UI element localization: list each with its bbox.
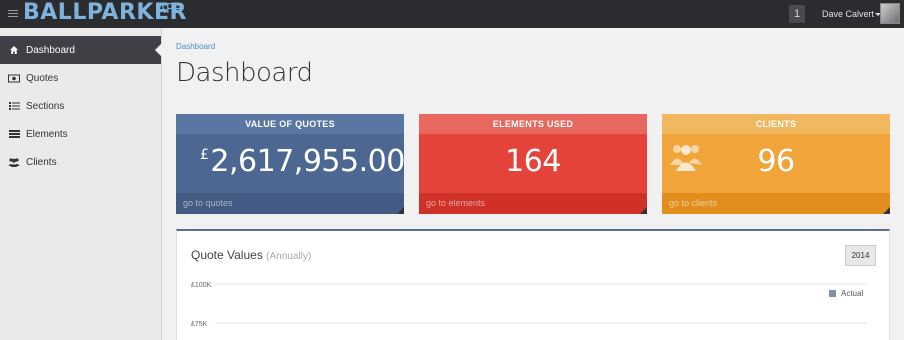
- tile-title: VALUE OF QUOTES: [176, 114, 404, 134]
- corner-fold: [397, 207, 404, 214]
- sidebar-item-label: Elements: [26, 128, 68, 140]
- sidebar-item-label: Sections: [26, 100, 65, 112]
- top-navbar: BALLPARKER APP 1 Dave Calvert: [0, 0, 904, 28]
- go-to-elements-link[interactable]: go to elements: [419, 193, 647, 214]
- clients-value: 96: [757, 144, 795, 179]
- users-icon: [8, 156, 20, 168]
- list-icon: [8, 100, 20, 112]
- tile-title: ELEMENTS USED: [419, 114, 647, 134]
- corner-fold: [883, 207, 890, 214]
- quote-values-panel: Quote Values (Annually) 2014 Actual £100…: [176, 229, 890, 340]
- sidebar-item-sections[interactable]: Sections: [0, 92, 161, 120]
- go-to-clients-link[interactable]: go to clients: [662, 193, 890, 214]
- quotes-value: 2,617,955.00: [210, 144, 404, 179]
- user-name: Dave Calvert: [822, 9, 875, 19]
- bars-icon: [8, 128, 20, 140]
- notification-badge[interactable]: 1: [789, 5, 805, 23]
- sidebar-item-dashboard[interactable]: Dashboard: [0, 36, 162, 64]
- clients-tile: CLIENTS 96 go to clients: [662, 114, 890, 214]
- value-of-quotes-tile: VALUE OF QUOTES £2,617,955.00 go to quot…: [176, 114, 404, 214]
- tile-title: CLIENTS: [662, 114, 890, 134]
- quote-values-chart: £100K £75K: [191, 282, 867, 328]
- avatar[interactable]: [880, 3, 900, 24]
- elements-used-tile: ELEMENTS USED 164 go to elements: [419, 114, 647, 214]
- y-tick-label: £100K: [191, 282, 212, 289]
- money-icon: [8, 72, 20, 84]
- page-title: Dashboard: [176, 58, 313, 88]
- sidebar-item-label: Dashboard: [26, 44, 75, 56]
- y-tick-label: £75K: [191, 321, 208, 328]
- tile-value: £2,617,955.00: [176, 144, 404, 179]
- sidebar-item-label: Quotes: [26, 72, 59, 84]
- brand-logo-suffix: APP: [157, 2, 182, 17]
- corner-fold: [640, 207, 647, 214]
- home-icon: [8, 44, 20, 56]
- sidebar: Dashboard Quotes Sections Elements Clien…: [0, 28, 162, 340]
- currency-symbol: £: [200, 147, 209, 163]
- sidebar-item-label: Clients: [26, 156, 57, 168]
- user-menu[interactable]: Dave Calvert: [822, 9, 882, 19]
- sidebar-item-elements[interactable]: Elements: [0, 120, 161, 148]
- breadcrumb[interactable]: Dashboard: [176, 42, 215, 51]
- sidebar-item-quotes[interactable]: Quotes: [0, 64, 161, 92]
- elements-value: 164: [505, 144, 561, 179]
- sidebar-item-clients[interactable]: Clients: [0, 148, 161, 176]
- menu-toggle-icon[interactable]: [8, 10, 18, 18]
- go-to-quotes-link[interactable]: go to quotes: [176, 193, 404, 214]
